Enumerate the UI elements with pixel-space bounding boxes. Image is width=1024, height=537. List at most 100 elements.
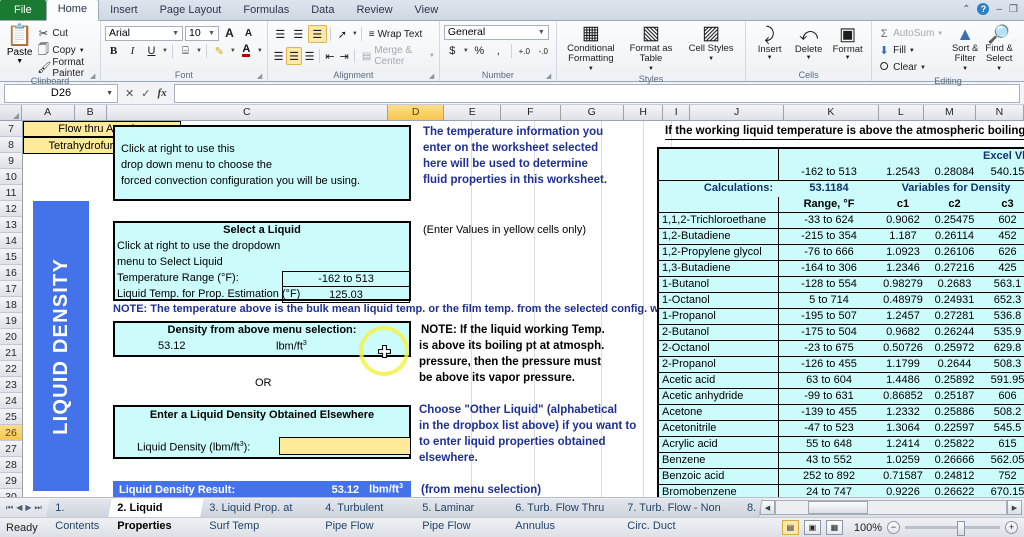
row-header-21[interactable]: 21 xyxy=(0,345,22,361)
number-dialog-launcher[interactable]: ◢ xyxy=(546,73,553,80)
table-row[interactable]: 2-Butanol -175 to 504 0.9682 0.26244 535.9 xyxy=(659,325,1024,341)
increase-indent-button[interactable]: ⇥ xyxy=(338,48,351,64)
restore-icon[interactable]: ❐ xyxy=(1009,4,1018,15)
table-row[interactable]: 1-Octanol 5 to 714 0.48979 0.24931 652.3 xyxy=(659,293,1024,309)
chevron-down-icon[interactable]: ▼ xyxy=(937,31,943,37)
delete-cells-button[interactable]: ⤺ Delete ▼ xyxy=(790,25,828,62)
row-header-16[interactable]: 16 xyxy=(0,265,22,281)
format-as-table-button[interactable]: ▧ Format as Table ▼ xyxy=(622,24,680,74)
decrease-decimal-button[interactable]: -.0 xyxy=(535,43,552,59)
row-header-8[interactable]: 8 xyxy=(0,137,22,153)
collapse-ribbon-icon[interactable]: ⌃ xyxy=(962,4,970,15)
scrollbar-thumb[interactable] xyxy=(808,501,868,514)
row-header-11[interactable]: 11 xyxy=(0,185,22,201)
table-row[interactable]: 2-Octanol -23 to 675 0.50726 0.25972 629.8 xyxy=(659,341,1024,357)
zoom-out-button[interactable]: − xyxy=(887,521,900,534)
chevron-down-icon[interactable]: ▼ xyxy=(962,64,968,74)
align-top-button[interactable]: ☰ xyxy=(272,26,289,42)
italic-button[interactable]: I xyxy=(124,43,141,59)
orientation-caret-icon[interactable]: ▼ xyxy=(352,31,358,37)
ribbon-tab-view[interactable]: View xyxy=(404,1,450,20)
row-header-22[interactable]: 22 xyxy=(0,361,22,377)
table-row[interactable]: 1-Propanol -195 to 507 1.2457 0.27281 536.8 xyxy=(659,309,1024,325)
table-row[interactable]: Acetonitrile -47 to 523 1.3064 0.22597 545.5 xyxy=(659,421,1024,437)
ribbon-tab-data[interactable]: Data xyxy=(300,1,345,20)
insert-function-icon[interactable]: fx xyxy=(157,87,166,99)
cut-button[interactable]: ✂ Cut xyxy=(35,25,96,42)
row-header-29[interactable]: 29 xyxy=(0,473,22,489)
table-row[interactable]: Acetic acid 63 to 604 1.4486 0.25892 591.95 xyxy=(659,373,1024,389)
row-header-10[interactable]: 10 xyxy=(0,169,22,185)
table-row[interactable]: Acetic anhydride -99 to 631 0.86852 0.25187… xyxy=(659,389,1024,405)
page-layout-view-icon[interactable]: ▣ xyxy=(803,520,821,535)
table-row[interactable]: Benzene 43 to 552 1.0259 0.26666 562.05 xyxy=(659,453,1024,469)
align-left-button[interactable]: ☰ xyxy=(272,48,285,64)
prev-sheet-icon[interactable]: ◀ xyxy=(16,503,22,512)
row-header-24[interactable]: 24 xyxy=(0,393,22,409)
decrease-indent-button[interactable]: ⇤ xyxy=(323,48,336,64)
chevron-down-icon[interactable]: ▼ xyxy=(538,25,545,40)
clear-button[interactable]: ⭘ Clear ▼ xyxy=(876,59,948,76)
chevron-down-icon[interactable]: ▼ xyxy=(806,55,812,61)
table-row[interactable]: Acrylic acid 55 to 648 1.2414 0.25822 615 xyxy=(659,437,1024,453)
format-cells-button[interactable]: ▣ Format ▼ xyxy=(829,25,867,62)
column-header-m[interactable]: M xyxy=(923,105,976,120)
align-center-button[interactable]: ☰ xyxy=(286,47,302,65)
font-family-select[interactable]: Arial ▼ xyxy=(105,25,183,41)
ribbon-tab-insert[interactable]: Insert xyxy=(99,1,149,20)
scroll-right-icon[interactable]: ▶ xyxy=(1007,500,1022,515)
row-header-13[interactable]: 13 xyxy=(0,217,22,233)
ribbon-tab-page-layout[interactable]: Page Layout xyxy=(149,1,233,20)
ribbon-tab-formulas[interactable]: Formulas xyxy=(232,1,300,20)
column-header-i[interactable]: I xyxy=(663,105,690,120)
clipboard-dialog-launcher[interactable]: ◢ xyxy=(90,73,97,80)
alignment-dialog-launcher[interactable]: ◢ xyxy=(429,73,436,80)
fill-color-button[interactable]: ✎ xyxy=(211,43,228,59)
borders-button[interactable]: ⌸ xyxy=(177,43,194,59)
copy-caret-icon[interactable]: ▼ xyxy=(79,48,85,54)
density-elsewhere-input[interactable] xyxy=(279,437,411,455)
font-color-caret-icon[interactable]: ▼ xyxy=(257,48,263,54)
row-header-28[interactable]: 28 xyxy=(0,457,22,473)
row-header-23[interactable]: 23 xyxy=(0,377,22,393)
chevron-down-icon[interactable]: ▼ xyxy=(767,55,773,61)
row-header-17[interactable]: 17 xyxy=(0,281,22,297)
underline-button[interactable]: U xyxy=(143,43,160,59)
table-row[interactable]: 1,1,2-Trichloroethane -33 to 624 0.9062 0.2… xyxy=(659,213,1024,229)
sheet-tab-liquid-properties[interactable]: 2. Liquid Properties xyxy=(108,498,205,532)
wrap-text-button[interactable]: ≡ Wrap Text xyxy=(365,29,423,40)
fill-color-caret-icon[interactable]: ▼ xyxy=(230,48,236,54)
comma-button[interactable]: , xyxy=(490,43,507,59)
row-header-27[interactable]: 27 xyxy=(0,441,22,457)
column-header-b[interactable]: B xyxy=(74,105,107,120)
table-row[interactable]: 2-Propanol -126 to 455 1.1799 0.2644 508.3 xyxy=(659,357,1024,373)
column-header-j[interactable]: J xyxy=(689,105,785,120)
page-break-view-icon[interactable]: ▦ xyxy=(825,520,843,535)
row-header-30[interactable]: 30 xyxy=(0,489,22,497)
sheet-tab-laminar-pipe-flow[interactable]: 5. Laminar Pipe Flow xyxy=(413,498,511,532)
borders-caret-icon[interactable]: ▼ xyxy=(196,48,202,54)
orientation-button[interactable]: ➚ xyxy=(334,26,351,42)
chevron-down-icon[interactable]: ▼ xyxy=(996,64,1002,74)
paste-caret-icon[interactable]: ▼ xyxy=(16,58,23,65)
column-header-g[interactable]: G xyxy=(560,105,624,120)
percent-button[interactable]: % xyxy=(471,43,488,59)
sheet-tab-turb-flow-non-circ-duct[interactable]: 7. Turb. Flow - Non Circ. Duct xyxy=(618,498,746,532)
ribbon-tab-review[interactable]: Review xyxy=(345,1,403,20)
next-sheet-icon[interactable]: ▶ xyxy=(25,503,31,512)
bold-button[interactable]: B xyxy=(105,43,122,59)
row-header-15[interactable]: 15 xyxy=(0,249,22,265)
column-header-d[interactable]: D xyxy=(387,105,445,120)
row-header-7[interactable]: 7 xyxy=(0,121,22,137)
table-row[interactable]: Benzoic acid 252 to 892 0.71587 0.24812 752 xyxy=(659,469,1024,485)
table-row[interactable]: 1,2-Propylene glycol -76 to 666 1.0923 0.26… xyxy=(659,245,1024,261)
conditional-formatting-button[interactable]: ▦ Conditional Formatting ▼ xyxy=(562,24,620,74)
table-row[interactable]: Bromobenzene 24 to 747 0.9226 0.26622 670.15 xyxy=(659,485,1024,497)
table-row[interactable]: 1,2-Butadiene -215 to 354 1.187 0.26114 452 xyxy=(659,229,1024,245)
column-header-f[interactable]: F xyxy=(501,105,561,120)
currency-caret-icon[interactable]: ▼ xyxy=(463,48,469,54)
column-header-k[interactable]: K xyxy=(784,105,879,120)
chevron-down-icon[interactable]: ▼ xyxy=(920,65,926,71)
chevron-down-icon[interactable]: ▼ xyxy=(648,64,654,74)
insert-cells-button[interactable]: ⤸ Insert ▼ xyxy=(751,25,789,62)
